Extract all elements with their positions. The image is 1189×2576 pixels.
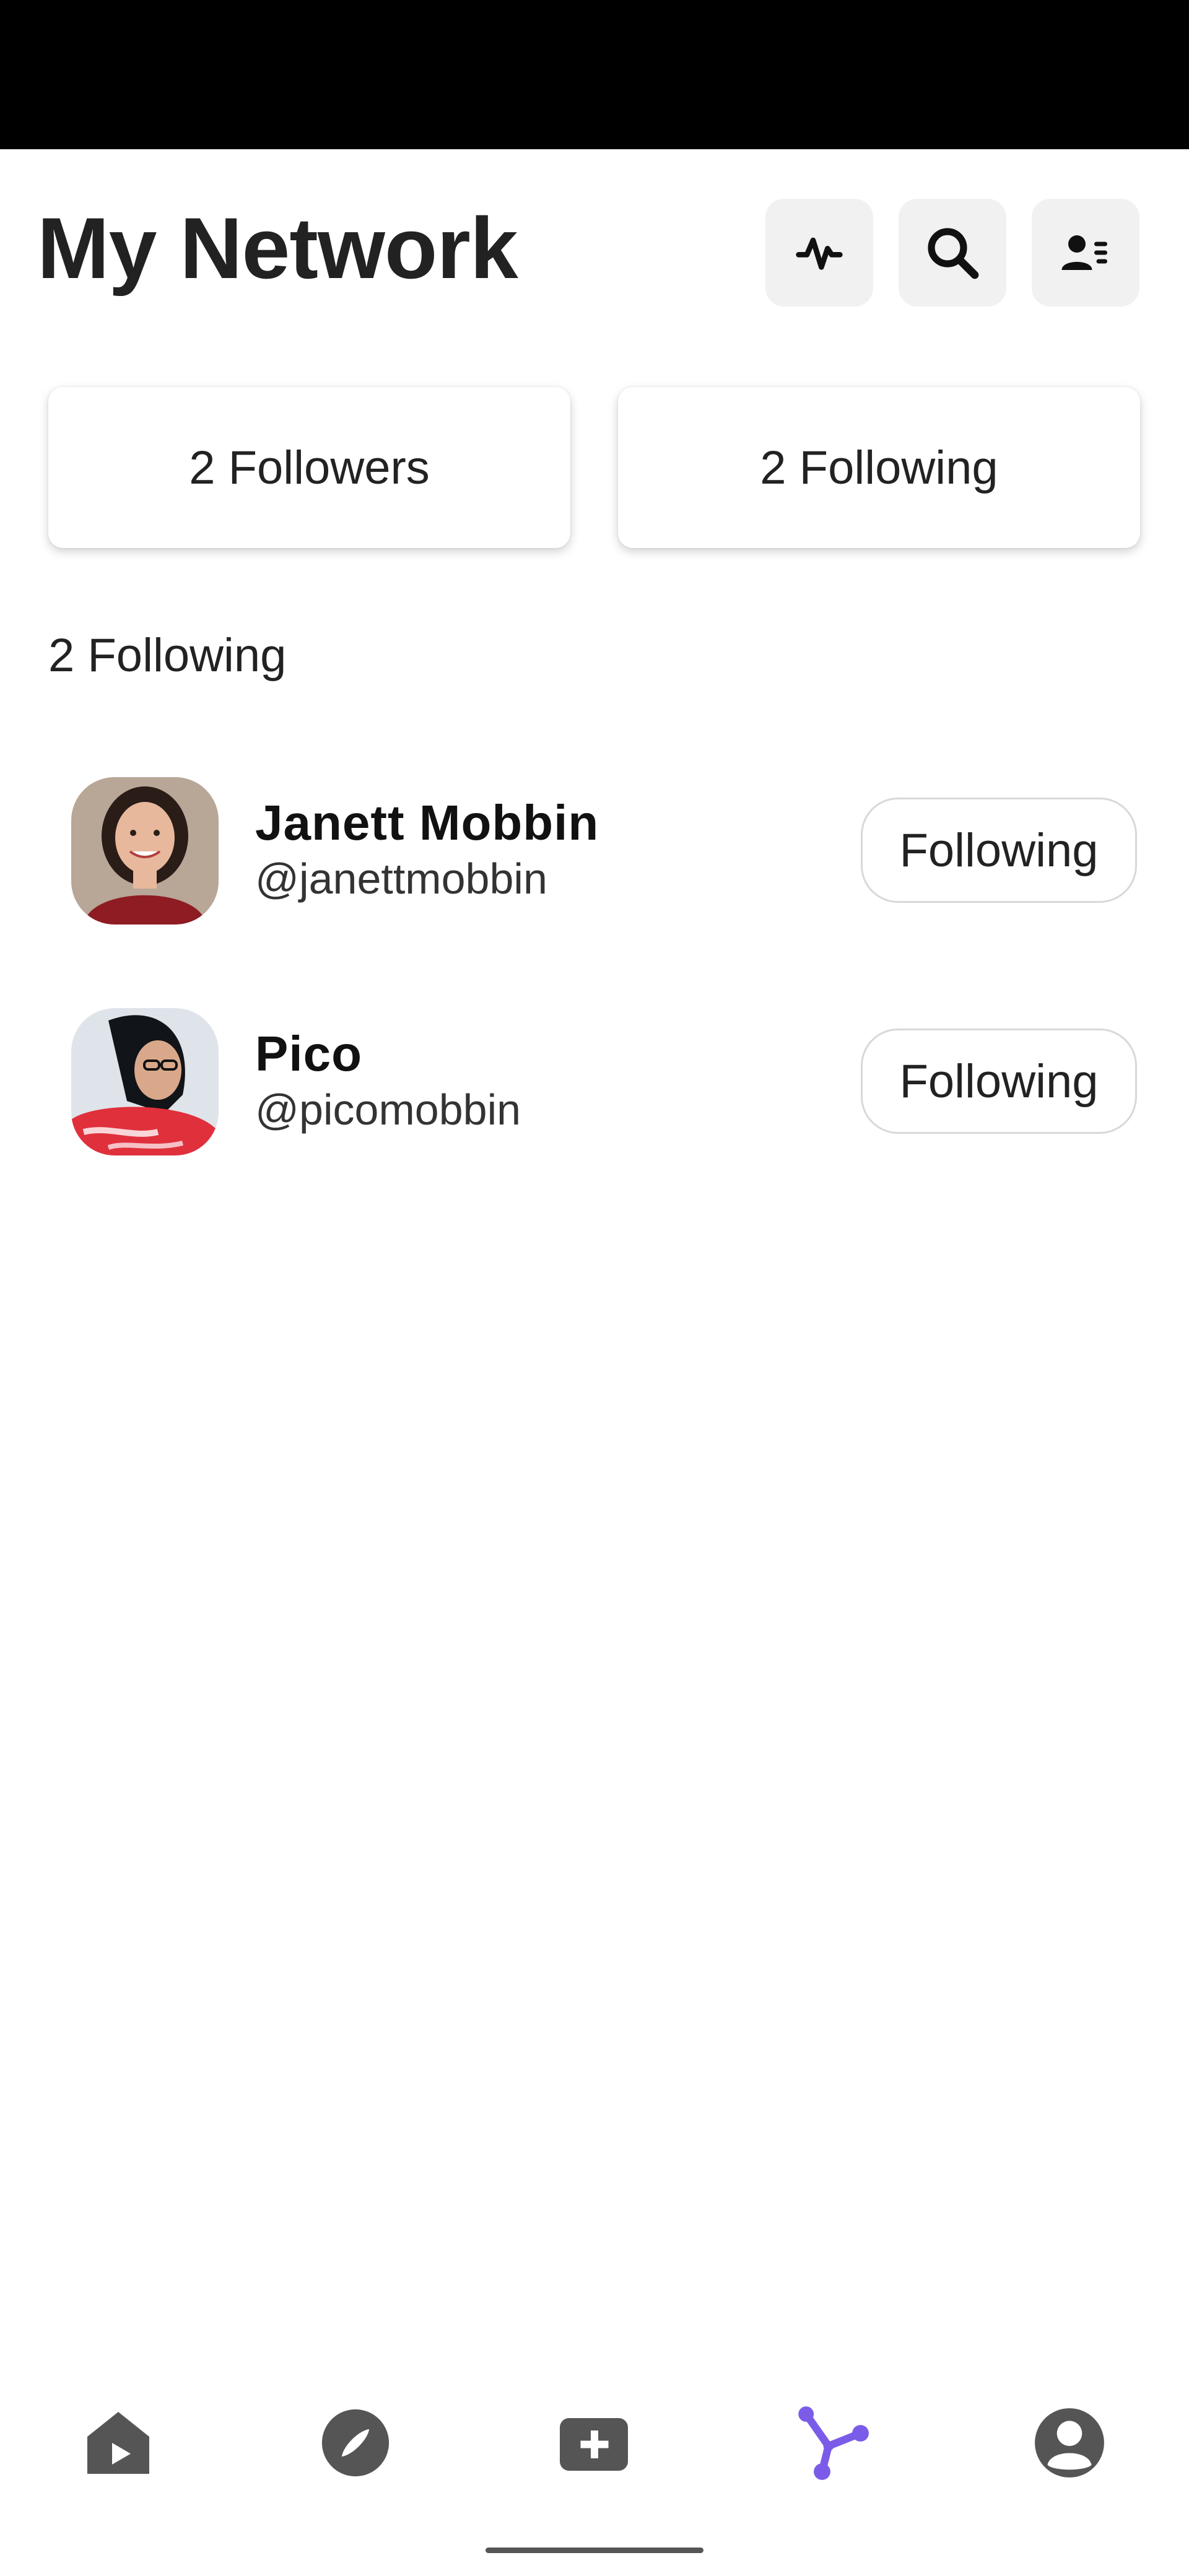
compass-icon	[319, 2406, 392, 2482]
activity-icon	[795, 228, 844, 277]
avatar[interactable]	[71, 1008, 219, 1155]
list-item[interactable]: Janett Mobbin @janettmobbin Following	[0, 771, 1189, 932]
add-icon	[557, 2406, 631, 2483]
user-handle: @janettmobbin	[255, 855, 547, 903]
network-icon	[793, 2404, 870, 2484]
page-title: My Network	[37, 199, 518, 297]
following-card[interactable]: 2 Following	[618, 387, 1140, 548]
following-label: 2 Following	[760, 441, 998, 494]
following-button[interactable]: Following	[861, 798, 1137, 903]
following-button-label: Following	[899, 824, 1099, 877]
section-title: 2 Following	[48, 629, 287, 682]
nav-create[interactable]	[554, 2404, 634, 2484]
avatar[interactable]	[71, 777, 219, 925]
contacts-button[interactable]	[1032, 199, 1139, 307]
search-icon	[923, 223, 982, 282]
header: My Network	[0, 149, 1189, 354]
followers-label: 2 Followers	[189, 441, 430, 494]
following-button-label: Following	[899, 1055, 1099, 1108]
home-icon	[81, 2406, 155, 2483]
list-item[interactable]: Pico @picomobbin Following	[0, 1002, 1189, 1163]
user-handle: @picomobbin	[255, 1086, 521, 1134]
nav-home[interactable]	[78, 2404, 159, 2484]
nav-profile[interactable]	[1029, 2404, 1110, 2484]
home-indicator[interactable]	[486, 2548, 703, 2553]
bottom-nav	[0, 2378, 1189, 2502]
nav-explore[interactable]	[315, 2404, 396, 2484]
following-button[interactable]: Following	[861, 1029, 1137, 1134]
profile-icon	[1032, 2405, 1107, 2484]
status-bar	[0, 0, 1189, 149]
activity-button[interactable]	[765, 199, 873, 307]
followers-card[interactable]: 2 Followers	[48, 387, 570, 548]
user-name[interactable]: Pico	[255, 1025, 362, 1082]
contacts-icon	[1060, 227, 1112, 279]
user-name[interactable]: Janett Mobbin	[255, 794, 599, 851]
nav-network[interactable]	[791, 2404, 872, 2484]
search-button[interactable]	[899, 199, 1006, 307]
